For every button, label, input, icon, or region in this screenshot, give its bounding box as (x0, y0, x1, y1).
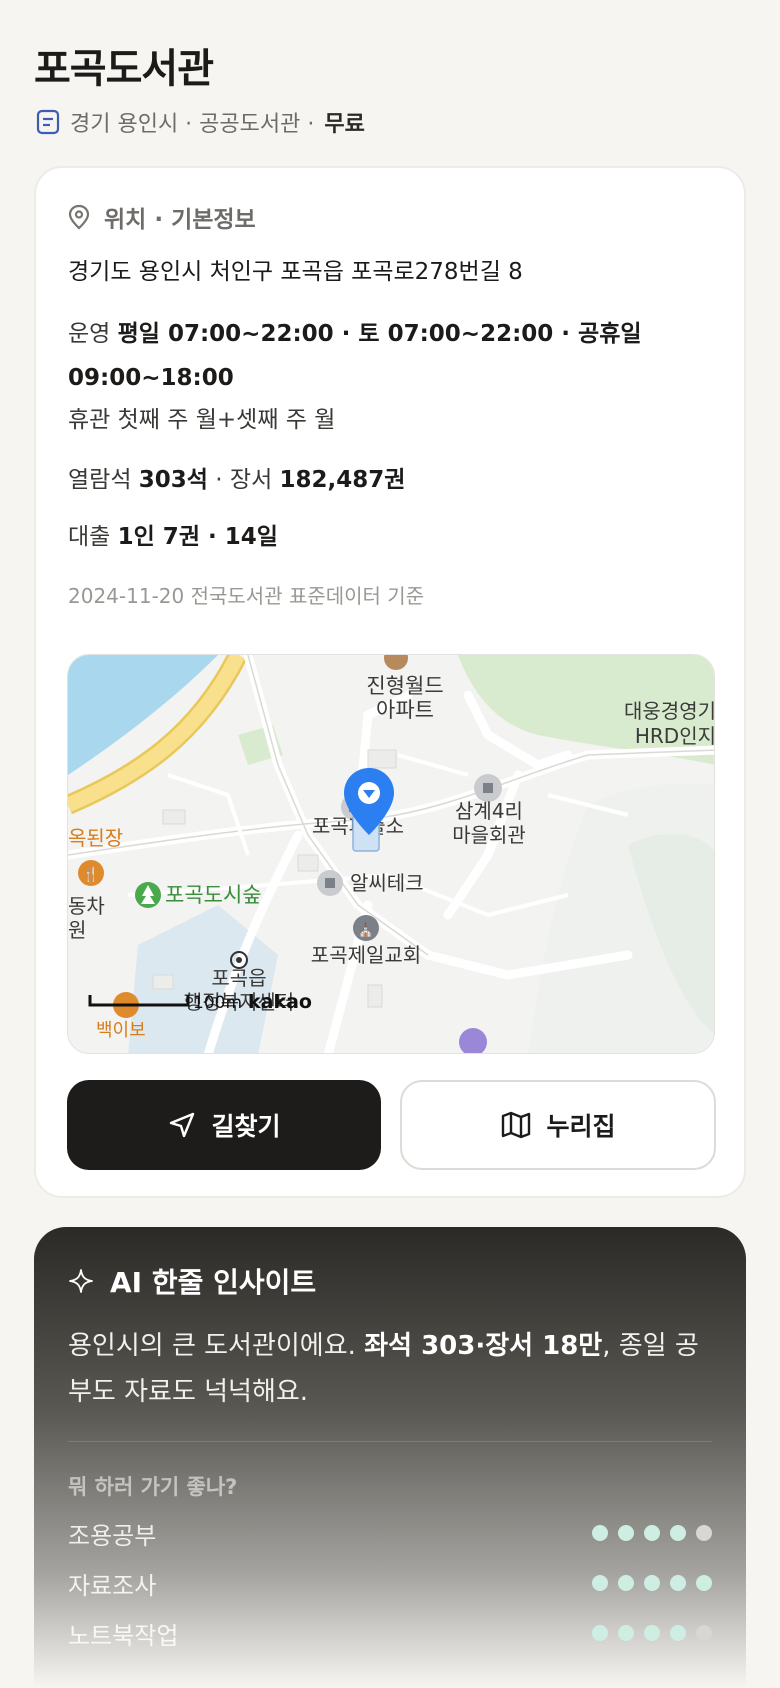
map-label-hrd: 대웅경영기 (624, 699, 715, 723)
ai-insight-text-a: 용인시의 큰 도서관이에요. (68, 1331, 365, 1361)
rating-dot-filled (670, 1525, 686, 1541)
data-source: 2024-11-20 전국도서관 표준데이터 기준 (68, 584, 425, 608)
website-label: 누리집 (546, 1112, 616, 1141)
rating-dot-filled (670, 1575, 686, 1591)
svg-text:⛪: ⛪ (358, 921, 374, 938)
loan-value: 1인 7권 · 14일 (117, 524, 278, 550)
rating-dots (592, 1525, 712, 1541)
map-label-apartment-2: 아파트 (376, 698, 434, 722)
ai-insight-card: AI 한줄 인사이트 용인시의 큰 도서관이에요. 좌석 303·장서 18만,… (34, 1227, 746, 1688)
ai-insight-title: AI 한줄 인사이트 (110, 1266, 317, 1299)
map-label-hrd-2: HRD인지 (635, 724, 715, 748)
hours-label: 운영 (68, 321, 111, 347)
rating-dot-filled (592, 1575, 608, 1591)
rating-dot-filled (592, 1525, 608, 1541)
map-label-left-2: 원 (68, 918, 86, 942)
rating-dot-empty (696, 1525, 712, 1541)
fee-label: 무료 (324, 112, 365, 137)
map-label-village-hall-2: 마을회관 (452, 823, 526, 847)
loan-policy: 대출 1인 7권 · 14일 (68, 515, 278, 559)
map-label-restaurant: 옥된장 (68, 826, 123, 850)
rating-dot-filled (592, 1625, 608, 1641)
info-section-title: 위치 · 기본정보 (104, 207, 256, 233)
sparkle-icon (69, 1269, 93, 1293)
books-label: · 장서 (215, 467, 273, 493)
rating-dot-empty (696, 1625, 712, 1641)
seats-label: 열람석 (68, 467, 132, 493)
seats-value: 303석 (138, 467, 208, 493)
map-label-alctech: 알씨테크 (350, 871, 424, 895)
rating-label: 조용공부 (68, 1521, 157, 1550)
rating-dot-filled (644, 1625, 660, 1641)
website-button[interactable]: 누리집 (400, 1080, 716, 1170)
rating-dot-filled (696, 1575, 712, 1591)
info-section-header: 위치 · 기본정보 (68, 200, 256, 234)
info-card: 위치 · 기본정보 경기도 용인시 처인구 포곡읍 포곡로278번길 8 운영 … (34, 166, 746, 1198)
navigation-arrow-icon (170, 1112, 195, 1138)
divider (68, 1441, 712, 1442)
document-icon (36, 109, 60, 135)
map-scale: 100m (193, 993, 242, 1013)
seats-books: 열람석 303석 · 장서 182,487권 (68, 458, 405, 502)
rating-row-quiet-study: 조용공부 (68, 1515, 712, 1551)
rating-dot-filled (618, 1625, 634, 1641)
rating-label: 자료조사 (68, 1571, 157, 1600)
directions-label: 길찾기 (211, 1112, 281, 1141)
map-icon (502, 1111, 531, 1139)
hours-value: 평일 07:00~22:00 · 토 07:00~22:00 · 공휴일 09:… (68, 321, 642, 391)
map-brand: kakao (248, 991, 312, 1013)
map-label-office: 포곡읍 (211, 966, 266, 990)
rating-row-laptop-work: 노트북작업 (68, 1615, 712, 1651)
loan-label: 대출 (68, 524, 111, 550)
rating-label: 노트북작업 (68, 1621, 179, 1650)
rating-dot-filled (670, 1625, 686, 1641)
opening-hours: 운영 평일 07:00~22:00 · 토 07:00~22:00 · 공휴일 … (68, 312, 708, 400)
library-meta: 경기 용인시 · 공공도서관 · 무료 (36, 106, 365, 138)
rating-row-research: 자료조사 (68, 1565, 712, 1601)
location-map[interactable]: 진형월드 아파트 대웅경영기 HRD인지 포곡파출소 삼계4리 마을회관 옥된장… (67, 654, 715, 1054)
purpose-question: 뭐 하러 가기 좋나? (68, 1475, 238, 1499)
map-label-bottom: 백이보 (96, 1020, 146, 1041)
map-label-left-1: 동차 (68, 894, 105, 918)
ai-insight-header: AI 한줄 인사이트 (68, 1261, 316, 1301)
library-region-type: 경기 용인시 · 공공도서관 · (70, 112, 315, 137)
rating-dot-filled (644, 1525, 660, 1541)
directions-button[interactable]: 길찾기 (67, 1080, 381, 1170)
rating-dot-filled (618, 1525, 634, 1541)
rating-dots (592, 1575, 712, 1591)
location-pin-icon (68, 204, 90, 230)
map-label-apartment: 진형월드 (366, 674, 443, 698)
map-label-church: 포곡제일교회 (311, 943, 421, 967)
rating-dot-filled (618, 1575, 634, 1591)
page-title: 포곡도서관 (34, 46, 214, 92)
address: 경기도 용인시 처인구 포곡읍 포곡로278번길 8 (68, 259, 523, 285)
svg-text:🍴: 🍴 (82, 866, 99, 883)
books-value: 182,487권 (279, 467, 406, 493)
map-label-forest: 포곡도시숲 (165, 883, 262, 907)
map-label-village-hall: 삼계4리 (455, 799, 523, 823)
ai-insight-highlight: 좌석 303·장서 18만 (364, 1331, 603, 1361)
closed-days: 휴관 첫째 주 월+셋째 주 월 (68, 407, 336, 433)
rating-dots (592, 1625, 712, 1641)
ai-insight-text: 용인시의 큰 도서관이에요. 좌석 303·장서 18만, 종일 공부도 자료도… (68, 1323, 718, 1415)
rating-dot-filled (644, 1575, 660, 1591)
